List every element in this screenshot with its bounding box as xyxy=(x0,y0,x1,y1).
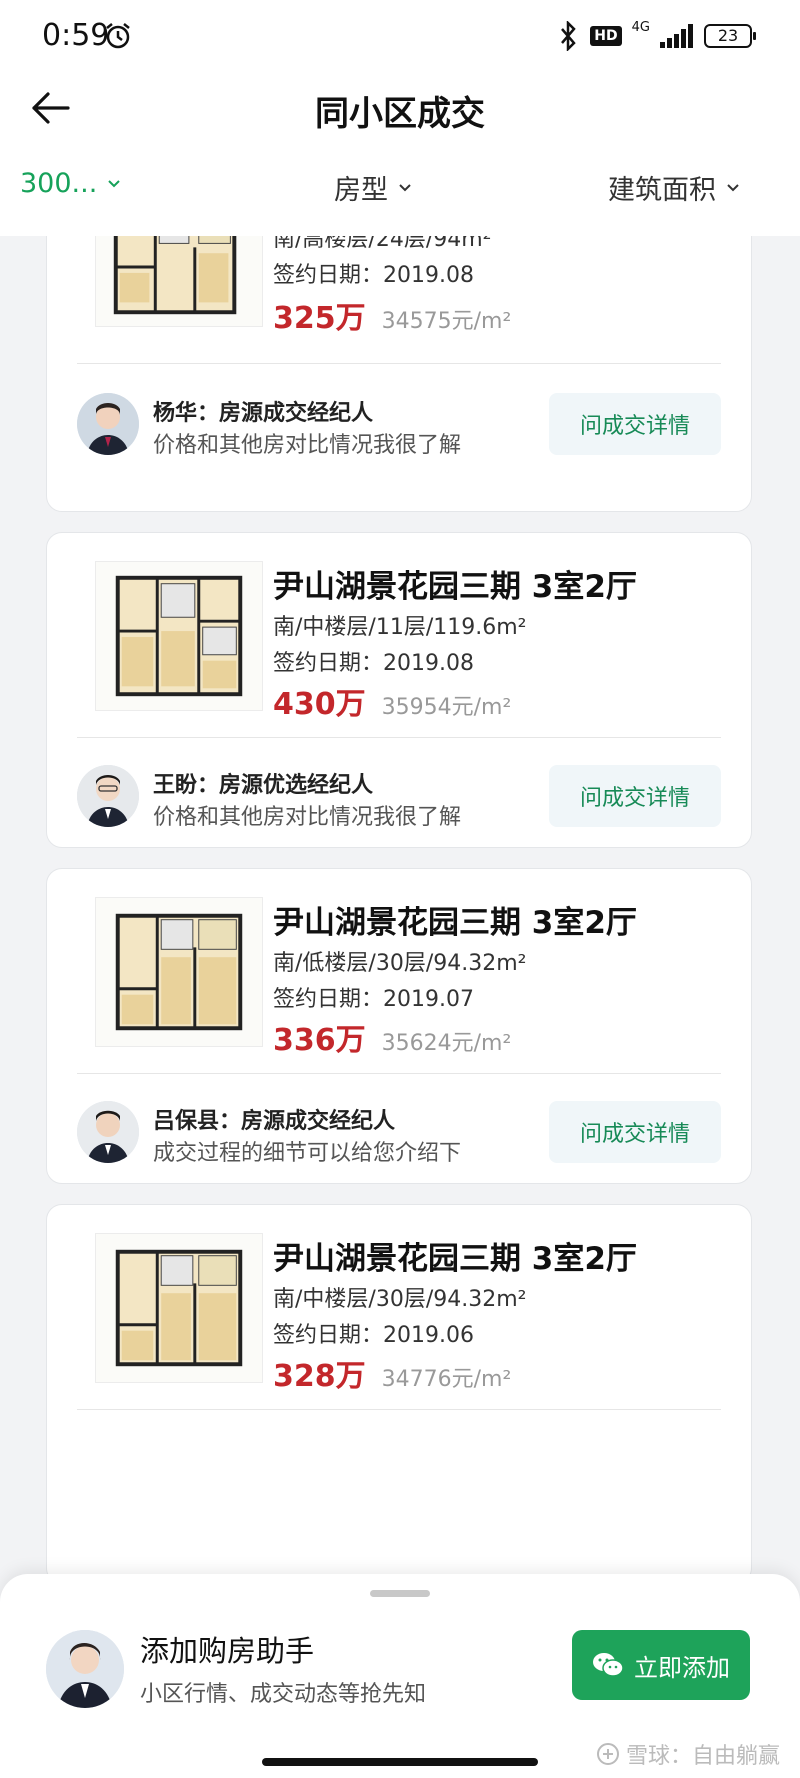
agent-avatar xyxy=(77,393,139,455)
filter-layout-label: 房型 xyxy=(334,175,388,206)
listing-date: 签约日期：2019.08 xyxy=(273,651,474,676)
watermark-text: 雪球：自由躺赢 xyxy=(625,1744,780,1769)
filter-bar: 300... 房型 建筑面积 xyxy=(0,150,800,236)
listing-title: 尹山湖景花园三期 3室2厅 xyxy=(273,1241,637,1277)
filter-area[interactable]: 建筑面积 xyxy=(608,168,740,207)
listing-unit-price: 35624元/m² xyxy=(381,1031,512,1056)
listing-card[interactable]: 尹山湖景花园三期 3室2厅 南/中楼层/11层/119.6m² 签约日期：201… xyxy=(46,532,752,848)
listing-card[interactable]: 尹山湖景花园三期 3室2厅 南/中楼层/30层/94.32m² 签约日期：201… xyxy=(46,1204,752,1576)
listing-card[interactable]: 尹山湖景花园三期 3室2厅 南/低楼层/30层/94.32m² 签约日期：201… xyxy=(46,868,752,1184)
listing-price: 336万 xyxy=(273,1023,366,1058)
ask-deal-details-button[interactable]: 问成交详情 xyxy=(549,765,721,827)
status-icons: HD 4G 23 xyxy=(556,19,756,52)
wechat-icon xyxy=(593,1653,624,1677)
listing-card[interactable]: 南/高楼层/24层/94m² 签约日期：2019.08 325万 34575元/… xyxy=(46,236,752,512)
assistant-title: 添加购房助手 xyxy=(140,1634,315,1668)
floor-plan-image xyxy=(95,1233,263,1383)
listing-title: 尹山湖景花园三期 3室2厅 xyxy=(273,905,637,941)
filter-price[interactable]: 300... xyxy=(20,168,121,199)
divider xyxy=(77,363,721,364)
listing-price-row: 430万 35954元/m² xyxy=(273,679,511,723)
chevron-down-icon xyxy=(727,183,739,191)
listing-unit-price: 34575元/m² xyxy=(381,309,512,334)
agent-message: 价格和其他房对比情况我很了解 xyxy=(153,805,462,830)
agent-name: 杨华：房源成交经纪人 xyxy=(153,401,374,426)
agent-avatar xyxy=(77,1101,139,1163)
signal-icon xyxy=(660,24,693,48)
drag-handle[interactable] xyxy=(370,1590,430,1597)
add-assistant-button[interactable]: 立即添加 xyxy=(572,1630,750,1700)
listing-price: 328万 xyxy=(273,1359,366,1394)
divider xyxy=(77,1073,721,1074)
floor-plan-image xyxy=(95,561,263,711)
screen: 0:59 HD 4G 23 同小区成交 300... 房型 建筑面积 南/高楼层… xyxy=(0,0,800,1778)
assistant-subtitle: 小区行情、成交动态等抢先知 xyxy=(140,1682,427,1707)
assistant-avatar xyxy=(46,1630,124,1708)
divider xyxy=(77,737,721,738)
listing-price-row: 325万 34575元/m² xyxy=(273,293,511,337)
listing-price: 325万 xyxy=(273,301,366,336)
listing-meta: 南/中楼层/30层/94.32m² xyxy=(273,1287,527,1312)
filter-area-label: 建筑面积 xyxy=(608,175,716,206)
ask-deal-details-button[interactable]: 问成交详情 xyxy=(549,1101,721,1163)
filter-layout[interactable]: 房型 xyxy=(334,168,412,207)
listing-date: 签约日期：2019.06 xyxy=(273,1323,474,1348)
listing-unit-price: 35954元/m² xyxy=(381,695,512,720)
watermark: 雪球：自由躺赢 xyxy=(596,1738,780,1770)
listing-date: 签约日期：2019.07 xyxy=(273,987,474,1012)
listing-price: 430万 xyxy=(273,687,366,722)
floor-plan-image xyxy=(95,236,263,327)
page-title: 同小区成交 xyxy=(315,94,485,134)
agent-avatar xyxy=(77,765,139,827)
listing-price-row: 336万 35624元/m² xyxy=(273,1015,511,1059)
status-time: 0:59 xyxy=(42,18,110,53)
ask-deal-details-button[interactable]: 问成交详情 xyxy=(549,393,721,455)
listing-price-row: 328万 34776元/m² xyxy=(273,1351,511,1395)
transaction-list: 南/高楼层/24层/94m² 签约日期：2019.08 325万 34575元/… xyxy=(0,236,800,1576)
agent-name: 吕保县：房源成交经纪人 xyxy=(153,1109,396,1134)
listing-title: 尹山湖景花园三期 3室2厅 xyxy=(273,569,637,605)
network-type: 4G xyxy=(631,19,650,35)
battery-icon: 23 xyxy=(704,24,756,48)
snowball-logo-icon xyxy=(596,1743,619,1765)
listing-meta: 南/中楼层/11层/119.6m² xyxy=(273,615,527,640)
floor-plan-image xyxy=(95,897,263,1047)
hd-badge: HD xyxy=(590,26,622,46)
chevron-down-icon xyxy=(108,179,121,187)
status-bar: 0:59 HD 4G 23 xyxy=(0,0,800,72)
listing-date: 签约日期：2019.08 xyxy=(273,263,474,288)
listing-unit-price: 34776元/m² xyxy=(381,1367,512,1392)
alarm-icon xyxy=(106,23,130,49)
home-indicator xyxy=(262,1758,538,1766)
nav-header: 同小区成交 xyxy=(0,72,800,150)
listing-meta: 南/高楼层/24层/94m² xyxy=(273,236,492,252)
chevron-down-icon xyxy=(399,183,411,191)
listing-meta: 南/低楼层/30层/94.32m² xyxy=(273,951,527,976)
add-button-label: 立即添加 xyxy=(634,1653,730,1682)
agent-message: 价格和其他房对比情况我很了解 xyxy=(153,433,462,458)
divider xyxy=(77,1409,721,1410)
filter-price-label: 300... xyxy=(20,168,98,199)
agent-name: 王盼：房源优选经纪人 xyxy=(153,773,374,798)
bluetooth-icon xyxy=(561,21,576,51)
agent-message: 成交过程的细节可以给您介绍下 xyxy=(153,1141,462,1166)
